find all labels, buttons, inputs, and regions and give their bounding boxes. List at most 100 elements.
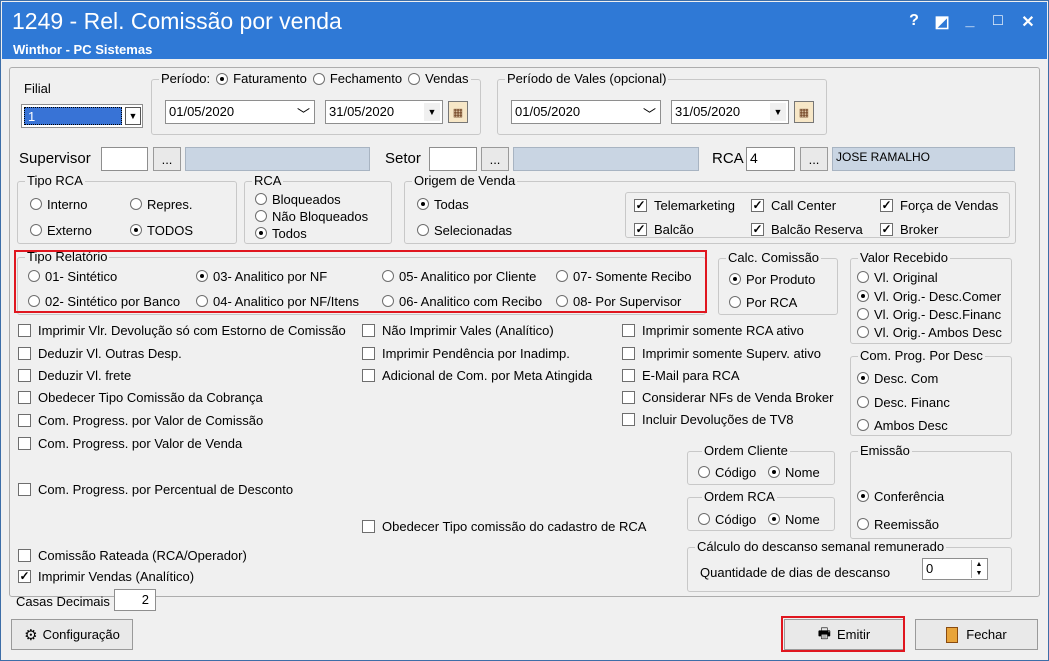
check-obedecer-tipo-cadastro-rca[interactable]: Obedecer Tipo comissão do cadastro de RC… bbox=[362, 518, 646, 534]
help-button[interactable]: ? bbox=[902, 12, 926, 30]
check-obedecer-tipo-cobranca[interactable]: Obedecer Tipo Comissão da Cobrança bbox=[18, 389, 263, 405]
radio-reemissao[interactable]: Reemissão bbox=[857, 516, 939, 532]
spin-arrows-icon[interactable]: ▲ ▼ bbox=[971, 560, 986, 578]
vales-date-from[interactable]: 01/05/2020 ﹀ bbox=[511, 100, 661, 124]
setor-code-input[interactable] bbox=[429, 147, 477, 171]
checkmark-icon: ✓ bbox=[880, 221, 893, 236]
radio-todos-tipo[interactable]: TODOS bbox=[130, 222, 193, 238]
radio-todos-rca[interactable]: Todos bbox=[255, 225, 307, 241]
check-progress-valor-comissao[interactable]: Com. Progress. por Valor de Comissão bbox=[18, 412, 263, 428]
maximize-button[interactable]: □ bbox=[986, 12, 1010, 30]
radio-off-icon bbox=[255, 193, 267, 205]
radio-vl-desc-financ[interactable]: Vl. Orig.- Desc.Financ bbox=[857, 306, 1001, 322]
check-email-rca[interactable]: E-Mail para RCA bbox=[622, 367, 740, 383]
radio-repres[interactable]: Repres. bbox=[130, 196, 193, 212]
checkbox-icon bbox=[362, 323, 375, 337]
radio-vl-ambos-desc[interactable]: Vl. Orig.- Ambos Desc bbox=[857, 324, 1002, 340]
check-imprimir-vendas-analitico[interactable]: ✓ Imprimir Vendas (Analítico) bbox=[18, 568, 194, 584]
radio-on-icon bbox=[729, 273, 741, 285]
tipo-rca-group: Tipo RCA Interno Repres. Externo TODOS bbox=[17, 173, 237, 244]
check-progress-percentual-desconto[interactable]: Com. Progress. por Percentual de Descont… bbox=[18, 481, 293, 497]
periodo-date-to[interactable]: 31/05/2020 ▼ bbox=[325, 100, 443, 124]
calendar-icon[interactable]: ▦ bbox=[448, 101, 468, 123]
configuracao-button[interactable]: ⚙ Configuração bbox=[11, 619, 133, 650]
checkmark-icon: ✓ bbox=[634, 197, 647, 212]
check-comissao-rateada[interactable]: Comissão Rateada (RCA/Operador) bbox=[18, 547, 247, 563]
casas-label: Casas Decimais bbox=[16, 594, 110, 609]
radio-bloqueados[interactable]: Bloqueados bbox=[255, 191, 341, 207]
setor-search-button[interactable]: ... bbox=[481, 147, 509, 171]
radio-ordem-rca-nome[interactable]: Nome bbox=[768, 511, 820, 527]
radio-on-icon bbox=[130, 224, 142, 236]
radio-desc-com[interactable]: Desc. Com bbox=[857, 370, 938, 386]
rca-search-button[interactable]: ... bbox=[800, 147, 828, 171]
tipo-rca-title: Tipo RCA bbox=[25, 173, 85, 189]
check-somente-superv-ativo[interactable]: Imprimir somente Superv. ativo bbox=[622, 345, 821, 361]
vales-date-to[interactable]: 31/05/2020 ▼ bbox=[671, 100, 789, 124]
check-balcao-reserva[interactable]: ✓ Balcão Reserva bbox=[751, 221, 863, 237]
check-progress-valor-venda[interactable]: Com. Progress. por Valor de Venda bbox=[18, 435, 242, 451]
radio-ordem-rca-codigo[interactable]: Código bbox=[698, 511, 756, 527]
ordem-cliente-title: Ordem Cliente bbox=[702, 443, 790, 459]
check-nao-imprimir-vales[interactable]: Não Imprimir Vales (Analítico) bbox=[362, 322, 554, 338]
check-imprimir-pendencia[interactable]: Imprimir Pendência por Inadimp. bbox=[362, 345, 570, 361]
chevron-down-icon: ﹀ bbox=[642, 107, 656, 122]
radio-conferencia[interactable]: Conferência bbox=[857, 488, 944, 504]
fechar-button[interactable]: Fechar bbox=[915, 619, 1038, 650]
minimize-button[interactable]: _ bbox=[958, 12, 982, 30]
radio-externo[interactable]: Externo bbox=[30, 222, 92, 238]
radio-off-icon bbox=[857, 518, 869, 530]
radio-vl-original[interactable]: Vl. Original bbox=[857, 269, 938, 285]
radio-vl-desc-comer[interactable]: Vl. Orig.- Desc.Comer bbox=[857, 288, 1001, 304]
radio-interno[interactable]: Interno bbox=[30, 196, 87, 212]
radio-origem-todas[interactable]: Todas bbox=[417, 196, 469, 212]
radio-off-icon bbox=[30, 198, 42, 210]
radio-ambos-desc[interactable]: Ambos Desc bbox=[857, 417, 948, 433]
checkmark-icon: ✓ bbox=[880, 197, 893, 212]
radio-ordem-cliente-nome[interactable]: Nome bbox=[768, 464, 820, 480]
radio-nao-bloqueados[interactable]: Não Bloqueados bbox=[255, 208, 368, 224]
periodo-vales-title: Período de Vales (opcional) bbox=[505, 71, 669, 87]
chevron-down-icon[interactable]: ▼ bbox=[125, 107, 141, 125]
supervisor-code-input[interactable] bbox=[101, 147, 148, 171]
rca-code-input[interactable]: 4 bbox=[746, 147, 795, 171]
check-imprimir-devolucao[interactable]: Imprimir Vlr. Devolução só com Estorno d… bbox=[18, 322, 346, 338]
radio-off-icon bbox=[312, 73, 325, 85]
origem-group: Origem de Venda Todas Selecionadas ✓ Tele… bbox=[404, 173, 1016, 244]
check-adicional-meta[interactable]: Adicional de Com. por Meta Atingida bbox=[362, 367, 592, 383]
dock-button[interactable]: ◩ bbox=[930, 12, 954, 32]
supervisor-search-button[interactable]: ... bbox=[153, 147, 181, 171]
calc-comissao-group: Calc. Comissão Por Produto Por RCA bbox=[718, 250, 838, 315]
periodo-vales-group: Período de Vales (opcional) 01/05/2020 ﹀ … bbox=[497, 71, 827, 135]
check-devolucoes-tv8[interactable]: Incluir Devoluções de TV8 bbox=[622, 411, 794, 427]
radio-por-produto[interactable]: Por Produto bbox=[729, 271, 815, 287]
periodo-date-from[interactable]: 01/05/2020 ﹀ bbox=[165, 100, 315, 124]
calc-comissao-title: Calc. Comissão bbox=[726, 250, 822, 266]
radio-ordem-cliente-codigo[interactable]: Código bbox=[698, 464, 756, 480]
filial-select[interactable]: 1 ▼ bbox=[21, 104, 143, 128]
check-nfs-broker[interactable]: Considerar NFs de Venda Broker bbox=[622, 389, 833, 405]
radio-origem-selecionadas[interactable]: Selecionadas bbox=[417, 222, 512, 238]
dsr-days-input[interactable]: 0 ▲ ▼ bbox=[922, 558, 988, 580]
close-button[interactable]: ✕ bbox=[1016, 12, 1040, 32]
check-somente-rca-ativo[interactable]: Imprimir somente RCA ativo bbox=[622, 322, 804, 338]
check-deduzir-frete[interactable]: Deduzir Vl. frete bbox=[18, 367, 131, 383]
checkbox-icon bbox=[622, 412, 635, 426]
radio-vendas[interactable]: Vendas bbox=[408, 71, 469, 87]
casas-decimais-input[interactable]: 2 bbox=[114, 589, 156, 611]
check-telemarketing[interactable]: ✓ Telemarketing bbox=[634, 197, 735, 213]
check-call-center[interactable]: ✓ Call Center bbox=[751, 197, 836, 213]
checkbox-icon bbox=[18, 390, 31, 404]
check-balcao[interactable]: ✓ Balcão bbox=[634, 221, 694, 237]
radio-por-rca[interactable]: Por RCA bbox=[729, 294, 797, 310]
radio-off-icon bbox=[857, 326, 869, 338]
radio-fechamento[interactable]: Fechamento bbox=[312, 71, 402, 87]
radio-faturamento[interactable]: Faturamento bbox=[216, 71, 307, 87]
check-broker[interactable]: ✓ Broker bbox=[880, 221, 938, 237]
radio-on-icon bbox=[768, 513, 780, 525]
title-bar: 1249 - Rel. Comissão por venda Winthor -… bbox=[2, 2, 1047, 59]
radio-desc-financ[interactable]: Desc. Financ bbox=[857, 394, 950, 410]
check-forca-vendas[interactable]: ✓ Força de Vendas bbox=[880, 197, 998, 213]
calendar-icon[interactable]: ▦ bbox=[794, 101, 814, 123]
check-deduzir-outras-desp[interactable]: Deduzir Vl. Outras Desp. bbox=[18, 345, 182, 361]
